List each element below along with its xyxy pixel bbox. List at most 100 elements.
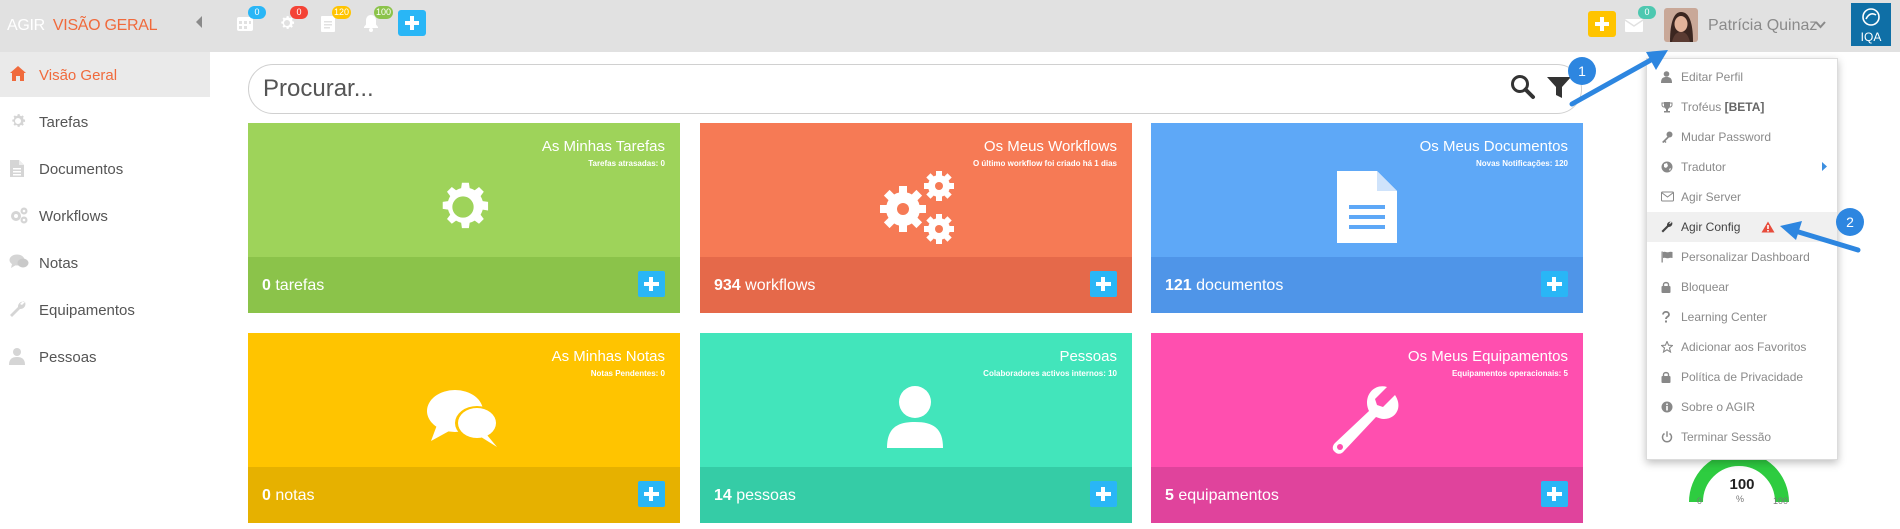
lock-icon <box>1661 281 1671 293</box>
gauge-value: 100 <box>1729 476 1755 493</box>
logo-text: IQA <box>1860 30 1882 44</box>
sidebar-item-equipamentos[interactable]: Equipamentos <box>0 287 210 332</box>
messages-badge: 0 <box>1638 6 1656 19</box>
add-equipamento-button[interactable] <box>1541 481 1568 507</box>
globe-icon <box>1661 161 1673 173</box>
menu-item-label: Terminar Sessão <box>1681 430 1772 444</box>
avatar[interactable] <box>1664 8 1698 42</box>
notifications-button[interactable]: 100 <box>362 6 394 32</box>
sidebar-item-pessoas[interactable]: Pessoas <box>0 334 210 379</box>
quick-add-button[interactable] <box>398 10 426 36</box>
menu-item-agir-server[interactable]: Agir Server <box>1647 182 1837 212</box>
menu-item-adicionar-favoritos[interactable]: Adicionar aos Favoritos <box>1647 332 1837 362</box>
tile-tarefas[interactable]: As Minhas Tarefas Tarefas atrasadas: 0 0… <box>248 123 680 313</box>
sidebar-item-tarefas[interactable]: Tarefas <box>0 99 210 144</box>
tile-count: 0 tarefas <box>262 277 324 295</box>
gauge-unit: % <box>1736 494 1745 504</box>
menu-item-label: Agir Server <box>1681 190 1742 204</box>
menu-item-tradutor[interactable]: Tradutor <box>1647 152 1837 182</box>
add-workflow-button[interactable] <box>1090 271 1117 297</box>
user-icon <box>887 386 943 448</box>
tile-header: Os Meus Workflows O último workflow foi … <box>700 123 1132 257</box>
menu-item-bloquear[interactable]: Bloquear <box>1647 272 1837 302</box>
tile-title: Os Meus Workflows <box>983 138 1117 155</box>
menu-item-politica-privacidade[interactable]: Política de Privacidade <box>1647 362 1837 392</box>
sidebar-item-documentos[interactable]: Documentos <box>0 146 210 191</box>
tile-equipamentos[interactable]: Os Meus Equipamentos Equipamentos operac… <box>1151 333 1583 523</box>
power-icon <box>1661 431 1673 443</box>
tile-count-unit: equipamentos <box>1178 487 1279 504</box>
document-icon <box>10 160 24 177</box>
gears-icon <box>880 171 954 244</box>
search-bar <box>248 64 1582 114</box>
menu-item-label: Política de Privacidade <box>1681 370 1804 384</box>
brand[interactable]: AGIR VISÃO GERAL <box>7 17 158 35</box>
server-icon <box>1661 191 1674 202</box>
caret-left-icon <box>196 16 202 28</box>
search-input[interactable] <box>261 73 1505 105</box>
tile-footer: 0 tarefas <box>248 257 680 313</box>
tile-footer: 5 equipamentos <box>1151 467 1583 523</box>
annotation-step-1: 1 <box>1568 57 1596 85</box>
tile-count: 5 equipamentos <box>1165 487 1279 505</box>
menu-item-label: Sobre o AGIR <box>1681 400 1756 414</box>
sidebar-item-label: Documentos <box>39 161 124 178</box>
info-icon <box>1661 401 1673 413</box>
tile-count: 14 pessoas <box>714 487 796 505</box>
tile-header: Pessoas Colaboradores activos internos: … <box>700 333 1132 467</box>
tile-count-unit: tarefas <box>275 277 325 294</box>
menu-item-learning-center[interactable]: Learning Center <box>1647 302 1837 332</box>
tile-count-value: 5 <box>1165 487 1174 504</box>
tile-count: 934 workflows <box>714 277 815 295</box>
add-documento-button[interactable] <box>1541 271 1568 297</box>
tile-count-value: 934 <box>714 277 741 294</box>
sidebar-item-visao-geral[interactable]: Visão Geral <box>0 52 210 97</box>
sidebar-item-notas[interactable]: Notas <box>0 240 210 285</box>
tile-pessoas[interactable]: Pessoas Colaboradores activos internos: … <box>700 333 1132 523</box>
tile-footer: 121 documentos <box>1151 257 1583 313</box>
sidebar-item-label: Workflows <box>39 208 108 225</box>
tile-footer: 934 workflows <box>700 257 1132 313</box>
tile-subtitle: Equipamentos operacionais: 5 <box>1451 369 1568 378</box>
sidebar-collapse-button[interactable] <box>195 16 203 28</box>
tile-count-value: 0 <box>262 277 271 294</box>
tile-header: Os Meus Equipamentos Equipamentos operac… <box>1151 333 1583 467</box>
tile-footer: 0 notas <box>248 467 680 523</box>
user-name[interactable]: Patrícia Quinaz <box>1708 17 1817 35</box>
add-nota-button[interactable] <box>638 481 665 507</box>
documents-badge: 120 <box>332 6 352 19</box>
gauge-min: 0 <box>1697 496 1703 506</box>
beta-label: [BETA] <box>1724 100 1765 114</box>
tile-count-value: 14 <box>714 487 732 504</box>
tile-subtitle: Colaboradores activos internos: 10 <box>983 369 1117 378</box>
brand-name: AGIR <box>7 17 45 34</box>
tile-documentos[interactable]: Os Meus Documentos Novas Notificações: 1… <box>1151 123 1583 313</box>
notifications-badge: 100 <box>374 6 394 19</box>
add-pessoa-button[interactable] <box>1090 481 1117 507</box>
tile-notas[interactable]: As Minhas Notas Notas Pendentes: 0 0 not… <box>248 333 680 523</box>
menu-item-label: Tradutor <box>1681 160 1726 174</box>
messages-button[interactable]: 0 <box>1624 6 1656 33</box>
tile-count: 0 notas <box>262 487 315 505</box>
tile-header: As Minhas Tarefas Tarefas atrasadas: 0 <box>248 123 680 257</box>
tile-subtitle: Novas Notificações: 120 <box>1475 159 1568 168</box>
tile-header: Os Meus Documentos Novas Notificações: 1… <box>1151 123 1583 257</box>
menu-item-mudar-password[interactable]: Mudar Password <box>1647 122 1837 152</box>
menu-item-sobre-agir[interactable]: Sobre o AGIR <box>1647 392 1837 422</box>
avatar-photo <box>1664 8 1698 42</box>
company-logo: IQA <box>1851 3 1891 46</box>
tile-workflows[interactable]: Os Meus Workflows O último workflow foi … <box>700 123 1132 313</box>
gear-icon <box>442 182 489 229</box>
iqa-logo-icon <box>1862 8 1880 26</box>
documents-button[interactable]: 120 <box>320 6 352 32</box>
add-tarefa-button[interactable] <box>638 271 665 297</box>
comments-icon <box>9 254 29 268</box>
sidebar-item-workflows[interactable]: Workflows <box>0 193 210 238</box>
sidebar-item-label: Tarefas <box>39 114 89 131</box>
settings-button[interactable]: 0 <box>278 6 308 32</box>
search-icon[interactable] <box>1510 74 1536 100</box>
add-favorite-button[interactable] <box>1588 11 1616 37</box>
calendar-button[interactable]: 0 <box>236 6 266 32</box>
chevron-down-icon[interactable] <box>1815 21 1826 29</box>
menu-item-terminar-sessao[interactable]: Terminar Sessão <box>1647 422 1837 452</box>
